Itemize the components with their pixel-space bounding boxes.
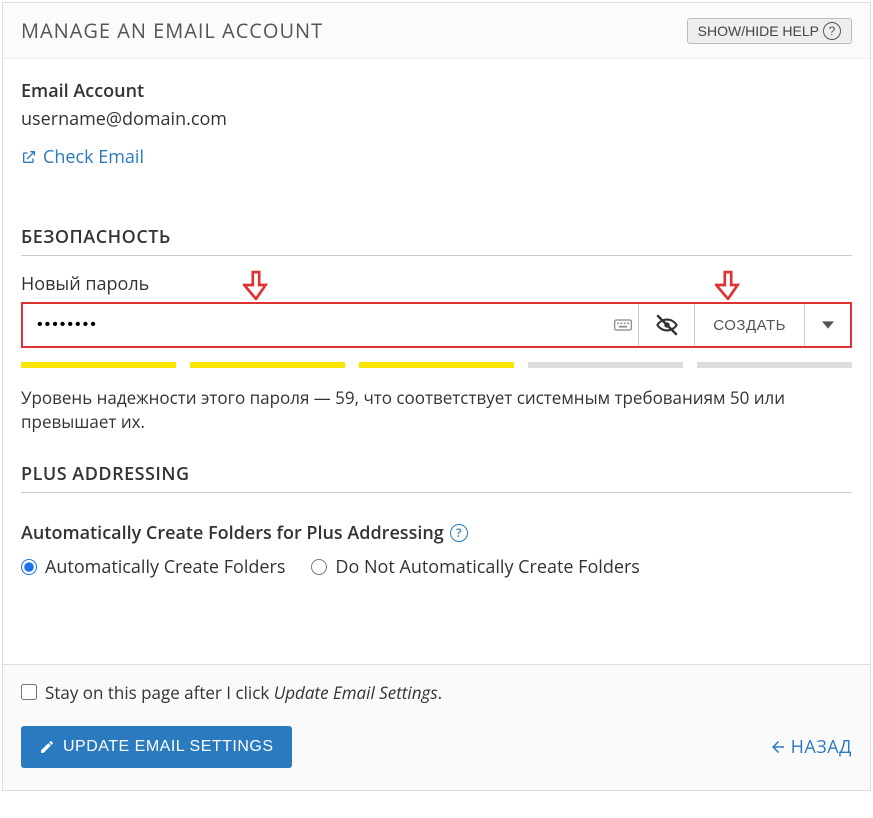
plus-addressing-section-title: PLUS ADDRESSING	[21, 462, 852, 493]
radio-auto-create[interactable]: Automatically Create Folders	[21, 555, 285, 579]
annotation-arrow-left-icon	[243, 270, 269, 300]
strength-segment	[359, 362, 514, 368]
password-strength-meter	[21, 362, 852, 368]
help-icon[interactable]: ?	[450, 524, 468, 542]
generate-password-button[interactable]: СОЗДАТЬ	[694, 304, 804, 346]
update-email-settings-button[interactable]: UPDATE EMAIL SETTINGS	[21, 726, 292, 768]
generate-password-dropdown-button[interactable]	[804, 304, 850, 346]
back-link[interactable]: НАЗАД	[769, 735, 852, 759]
page-title: MANAGE AN EMAIL ACCOUNT	[21, 17, 323, 44]
annotation-arrow-right-icon	[715, 270, 741, 300]
password-strength-text: Уровень надежности этого пароля — 59, чт…	[21, 386, 852, 434]
plus-addressing-radio-group: Automatically Create Folders Do Not Auto…	[21, 555, 852, 579]
password-input-group: СОЗДАТЬ	[21, 302, 852, 348]
stay-on-page-checkbox[interactable]	[21, 684, 37, 700]
manage-email-panel: MANAGE AN EMAIL ACCOUNT SHOW/HIDE HELP ?…	[2, 2, 871, 791]
email-account-label: Email Account	[21, 79, 852, 103]
help-button-label: SHOW/HIDE HELP	[698, 23, 819, 39]
strength-segment	[697, 362, 852, 368]
radio-no-auto-create[interactable]: Do Not Automatically Create Folders	[311, 555, 639, 579]
stay-on-page-checkbox-label[interactable]: Stay on this page after I click Update E…	[21, 681, 852, 704]
security-section-title: БЕЗОПАСНОСТЬ	[21, 225, 852, 256]
arrow-left-icon	[769, 738, 787, 756]
email-account-value: username@domain.com	[21, 107, 852, 131]
panel-footer: Stay on this page after I click Update E…	[3, 664, 870, 790]
keyboard-icon	[608, 304, 638, 346]
toggle-password-visibility-button[interactable]	[638, 304, 694, 346]
help-icon: ?	[823, 22, 841, 40]
plus-addressing-group-label: Automatically Create Folders for Plus Ad…	[21, 521, 852, 545]
strength-segment	[21, 362, 176, 368]
check-email-link-label: Check Email	[43, 145, 144, 169]
strength-segment	[528, 362, 683, 368]
strength-segment	[190, 362, 345, 368]
caret-down-icon	[822, 319, 834, 331]
radio-auto-create-input[interactable]	[21, 559, 37, 575]
new-password-input[interactable]	[23, 304, 608, 346]
check-email-link[interactable]: Check Email	[21, 145, 144, 169]
panel-header: MANAGE AN EMAIL ACCOUNT SHOW/HIDE HELP ?	[3, 3, 870, 59]
external-link-icon	[21, 149, 37, 165]
eye-off-icon	[654, 312, 680, 338]
pencil-icon	[39, 739, 55, 755]
radio-no-auto-create-input[interactable]	[311, 559, 327, 575]
show-hide-help-button[interactable]: SHOW/HIDE HELP ?	[687, 18, 852, 44]
